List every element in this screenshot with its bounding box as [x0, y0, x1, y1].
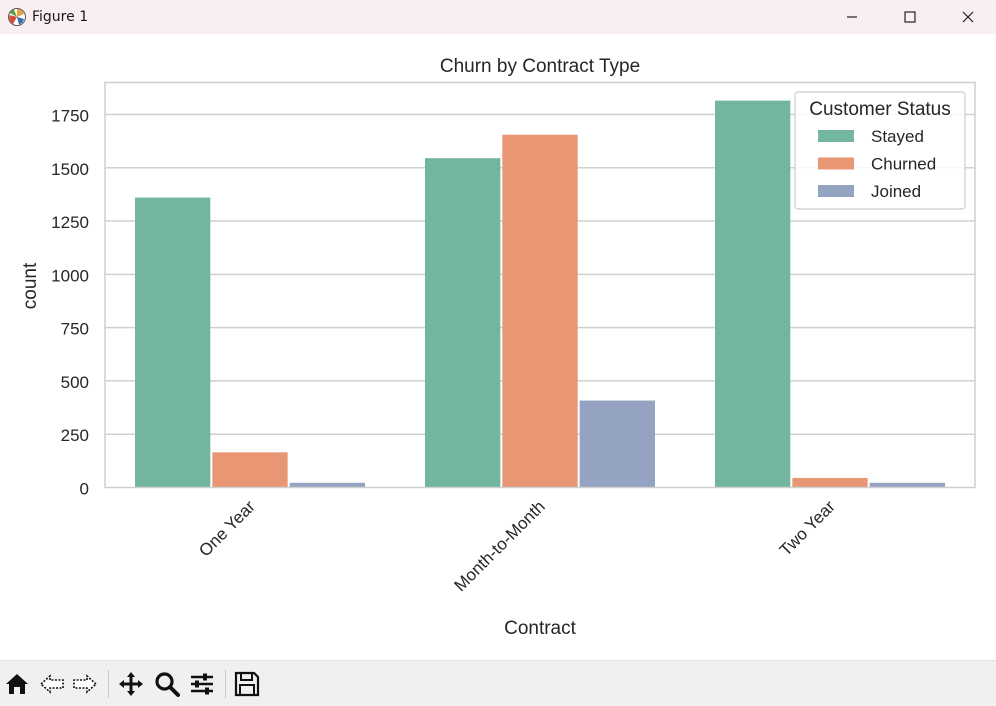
forward-icon — [73, 674, 98, 694]
bar-joined — [579, 400, 655, 488]
back-icon — [39, 674, 64, 694]
legend-label-churned: Churned — [871, 155, 936, 174]
y-tick-label: 0 — [80, 480, 89, 499]
zoom-button[interactable] — [152, 669, 182, 699]
configure-subplots-button[interactable] — [187, 669, 217, 699]
legend-swatch-churned — [818, 157, 854, 170]
home-icon — [6, 674, 28, 694]
save-button[interactable] — [232, 669, 262, 699]
home-button[interactable] — [2, 669, 32, 699]
window-title: Figure 1 — [32, 9, 89, 25]
save-icon — [234, 671, 260, 697]
y-tick-label: 1000 — [51, 266, 89, 285]
bar-stayed — [715, 100, 791, 488]
chart-title: Churn by Contract Type — [440, 56, 640, 77]
legend-label-stayed: Stayed — [871, 127, 924, 146]
x-tick-label: Two Year — [776, 497, 839, 560]
legend-title: Customer Status — [809, 99, 951, 120]
zoom-icon — [155, 672, 180, 697]
legend: Customer Status Stayed Churned Joined — [794, 91, 966, 210]
y-tick-label: 750 — [61, 320, 89, 339]
x-tick-labels: One Year Month-to-Month Two Year — [195, 497, 839, 596]
legend-swatch-joined — [818, 185, 854, 197]
minimize-icon — [847, 16, 857, 18]
y-tick-label: 250 — [61, 426, 89, 445]
legend-swatch-stayed — [818, 130, 854, 142]
bar-stayed — [135, 197, 211, 488]
y-axis-label: count — [20, 262, 41, 309]
window-titlebar: Figure 1 — [0, 0, 996, 34]
maximize-icon — [904, 11, 916, 23]
toolbar-separator — [108, 670, 109, 698]
y-tick-label: 1250 — [51, 213, 89, 232]
x-tick-label: One Year — [195, 497, 259, 561]
legend-entries: Stayed Churned Joined — [818, 127, 936, 201]
legend-label-joined: Joined — [871, 182, 921, 201]
x-tick-label: Month-to-Month — [451, 497, 549, 595]
bar-churned — [792, 477, 868, 488]
y-tick-label: 500 — [61, 373, 89, 392]
back-button[interactable] — [37, 669, 67, 699]
close-button[interactable] — [939, 0, 996, 34]
configure-icon — [191, 673, 213, 695]
y-tick-label: 1500 — [51, 160, 89, 179]
bar-stayed — [425, 158, 501, 488]
bar-churned — [212, 452, 288, 488]
bar-churned — [502, 134, 578, 488]
maximize-button[interactable] — [881, 0, 939, 34]
figure-canvas[interactable]: 0 250 500 750 1000 1250 1500 1750 One Year Month… — [0, 34, 996, 660]
x-axis-label: Contract — [504, 618, 577, 639]
pan-button[interactable] — [116, 669, 146, 699]
pan-icon — [119, 672, 143, 696]
app-icon — [7, 7, 27, 27]
minimize-button[interactable] — [823, 0, 881, 34]
navigation-toolbar — [0, 660, 996, 706]
y-tick-labels: 0 250 500 750 1000 1250 1500 1750 — [51, 106, 89, 498]
y-tick-label: 1750 — [51, 106, 89, 125]
bar-chart: 0 250 500 750 1000 1250 1500 1750 One Year Month… — [20, 56, 976, 639]
forward-button[interactable] — [70, 669, 100, 699]
close-icon — [962, 11, 974, 23]
toolbar-separator — [225, 670, 226, 698]
